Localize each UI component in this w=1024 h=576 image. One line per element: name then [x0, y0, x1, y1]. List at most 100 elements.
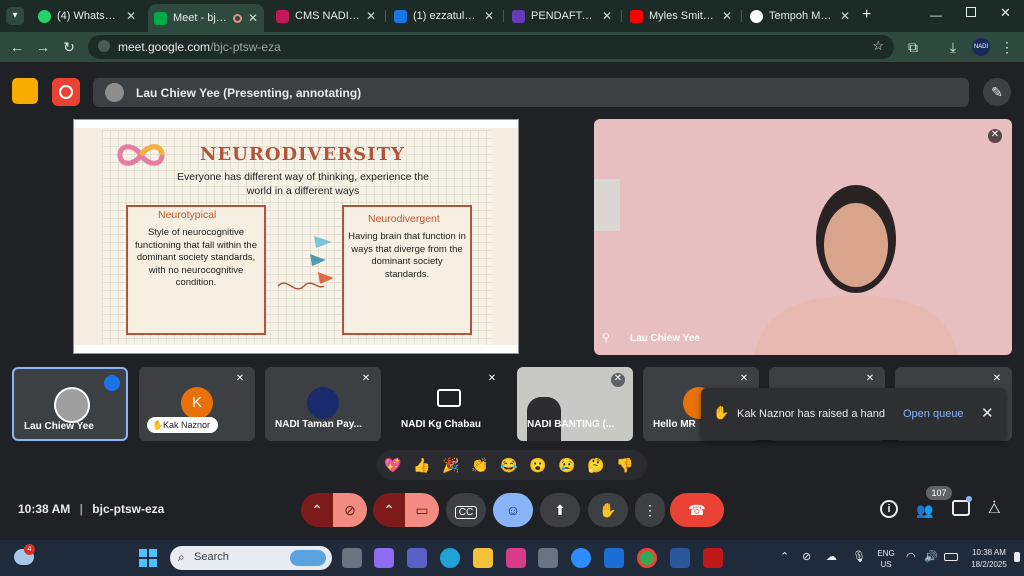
hand-icon: ✋: [152, 420, 164, 430]
raise-hand-button[interactable]: ✋: [588, 493, 628, 527]
annotate-button[interactable]: ✎: [983, 78, 1011, 106]
layout-toggle-button[interactable]: [12, 78, 38, 104]
open-queue-button[interactable]: Open queue: [903, 408, 964, 420]
wifi-icon[interactable]: ◠: [906, 550, 916, 563]
recording-button[interactable]: [52, 78, 80, 106]
mic-toggle-button[interactable]: ⊘: [333, 493, 367, 527]
tab-cms-nadi[interactable]: CMS NADI Mana ✕: [270, 4, 382, 28]
participant-tile[interactable]: ✕ NADI Taman Pay...: [265, 367, 381, 441]
people-icon[interactable]: 👥: [916, 502, 933, 519]
leave-call-button[interactable]: ☎: [670, 493, 724, 527]
chat-icon[interactable]: [952, 500, 970, 516]
browser-toolbar: ← → ↻ meet.google.com/bjc-ptsw-eza ☆ ⧉ ⤓…: [0, 32, 1024, 62]
reaction-thinking-icon[interactable]: 🤔: [586, 455, 606, 475]
zoom-icon[interactable]: [571, 548, 591, 568]
close-window-button[interactable]: ✕: [1000, 5, 1011, 21]
chrome-icon[interactable]: [637, 548, 657, 568]
close-tab-icon[interactable]: ✕: [602, 9, 612, 23]
back-button[interactable]: ←: [8, 38, 26, 56]
participant-tile[interactable]: ✕ NADI Kg Chabau: [391, 367, 507, 441]
participant-tile[interactable]: ✕ NADI BANTING (...: [517, 367, 633, 441]
tab-pendaftaran[interactable]: PENDAFTARAN - ✕: [506, 4, 618, 28]
word-icon[interactable]: [670, 548, 690, 568]
copilot-icon[interactable]: [374, 548, 394, 568]
close-toast-icon[interactable]: ✕: [981, 404, 994, 422]
language-indicator[interactable]: ENG US: [874, 548, 898, 570]
task-view-icon[interactable]: [342, 548, 362, 568]
raised-hand-badge: ✋ Kak Naznor: [147, 417, 219, 433]
browser-menu-icon[interactable]: ⋮: [998, 38, 1016, 56]
camera-toggle-button[interactable]: ▭: [405, 493, 439, 527]
close-tab-icon[interactable]: ✕: [366, 9, 376, 23]
mcafee-icon[interactable]: [703, 548, 723, 568]
reload-button[interactable]: ↻: [60, 38, 78, 56]
battery-icon[interactable]: [944, 553, 958, 561]
reaction-heart-icon[interactable]: 💖: [383, 455, 403, 475]
reaction-party-icon[interactable]: 🎉: [441, 455, 461, 475]
microphone-icon[interactable]: 🎙: [852, 550, 866, 563]
participant-tile[interactable]: K ✕ ✋ Kak Naznor: [139, 367, 255, 441]
activities-icon[interactable]: ⧊: [988, 500, 1001, 517]
file-explorer-icon[interactable]: [473, 548, 493, 568]
close-tab-icon[interactable]: ✕: [722, 9, 732, 23]
browser-tab-strip: ▾ (4) WhatsApp ✕ Meet - bjc-p ✕ CMS NADI…: [0, 0, 1024, 32]
onedrive-icon[interactable]: ☁: [826, 550, 837, 563]
edge-icon[interactable]: [440, 548, 460, 568]
tab-youtube[interactable]: Myles Smith - St ✕: [624, 4, 738, 28]
volume-icon[interactable]: 🔊: [924, 550, 938, 563]
tab-tempoh-mc[interactable]: Tempoh MC Nor ✕: [744, 4, 856, 28]
close-tab-icon[interactable]: ✕: [248, 11, 258, 25]
microsoft-365-icon[interactable]: [506, 548, 526, 568]
minimize-button[interactable]: —: [930, 8, 942, 22]
bookmark-star-icon[interactable]: ☆: [872, 38, 884, 54]
present-screen-button[interactable]: ⬆: [540, 493, 580, 527]
tab-whatsapp[interactable]: (4) WhatsApp ✕: [32, 4, 142, 28]
speaker-video-tile[interactable]: ✕ ⚲ Lau Chiew Yee: [594, 119, 1012, 355]
info-icon[interactable]: i: [880, 500, 898, 518]
video-options-button[interactable]: ⌃: [373, 493, 405, 527]
reaction-surprised-icon[interactable]: 😮: [528, 455, 548, 475]
notification-center-icon[interactable]: [1014, 552, 1020, 562]
calculator-icon[interactable]: [538, 548, 558, 568]
close-tab-icon[interactable]: ✕: [840, 9, 850, 23]
downloads-icon[interactable]: ⤓: [944, 38, 962, 56]
new-tab-button[interactable]: +: [862, 6, 871, 24]
tab-meet[interactable]: Meet - bjc-p ✕: [148, 4, 264, 32]
address-bar[interactable]: meet.google.com/bjc-ptsw-eza ☆: [88, 35, 894, 59]
reactions-button[interactable]: ☺: [493, 493, 533, 527]
restore-button[interactable]: [966, 7, 976, 17]
start-button[interactable]: [139, 549, 157, 567]
tab-gmail[interactable]: (1) ezzatul@pec ✕: [388, 4, 500, 28]
site-info-icon[interactable]: [98, 40, 110, 52]
network-off-icon[interactable]: ⊘: [802, 550, 811, 563]
reaction-laugh-icon[interactable]: 😂: [499, 455, 519, 475]
reaction-cry-icon[interactable]: 😢: [557, 455, 577, 475]
pin-icon[interactable]: ⚲: [602, 331, 610, 344]
system-clock[interactable]: 10:38 AM 18/2/2025: [964, 547, 1014, 571]
captions-button[interactable]: CC: [446, 493, 486, 527]
teams-icon[interactable]: [407, 548, 427, 568]
taskbar-search-box[interactable]: ⌕ Search: [170, 546, 332, 570]
reaction-clap-icon[interactable]: 👏: [470, 455, 490, 475]
clock-date: 18/2/2025: [971, 560, 1007, 569]
audio-options-button[interactable]: ⌃: [301, 493, 333, 527]
url-text: meet.google.com/bjc-ptsw-eza: [118, 40, 281, 54]
shared-slide: NEURODIVERSITY Everyone has different wa…: [73, 119, 519, 354]
close-tab-icon[interactable]: ✕: [484, 9, 494, 23]
more-options-button[interactable]: ⋮: [635, 493, 665, 527]
forward-button[interactable]: →: [34, 38, 52, 56]
reaction-thumbs-up-icon[interactable]: 👍: [412, 455, 432, 475]
close-tab-icon[interactable]: ✕: [126, 9, 136, 23]
show-hidden-icons-icon[interactable]: ⌃: [780, 550, 789, 563]
profile-avatar[interactable]: NADI: [972, 38, 990, 56]
tab-label: PENDAFTARAN -: [531, 10, 596, 22]
tab-search-button[interactable]: ▾: [6, 7, 24, 25]
participant-tile[interactable]: Lau Chiew Yee: [12, 367, 128, 441]
whatsapp-icon: [38, 9, 51, 23]
mic-off-icon: ✕: [235, 373, 245, 384]
reaction-thumbs-down-icon[interactable]: 👎: [615, 455, 635, 475]
cms-icon: [276, 9, 289, 23]
whiteboard-icon[interactable]: [604, 548, 624, 568]
extensions-icon[interactable]: ⧉: [904, 38, 922, 56]
tab-label: (1) ezzatul@pec: [413, 10, 478, 22]
